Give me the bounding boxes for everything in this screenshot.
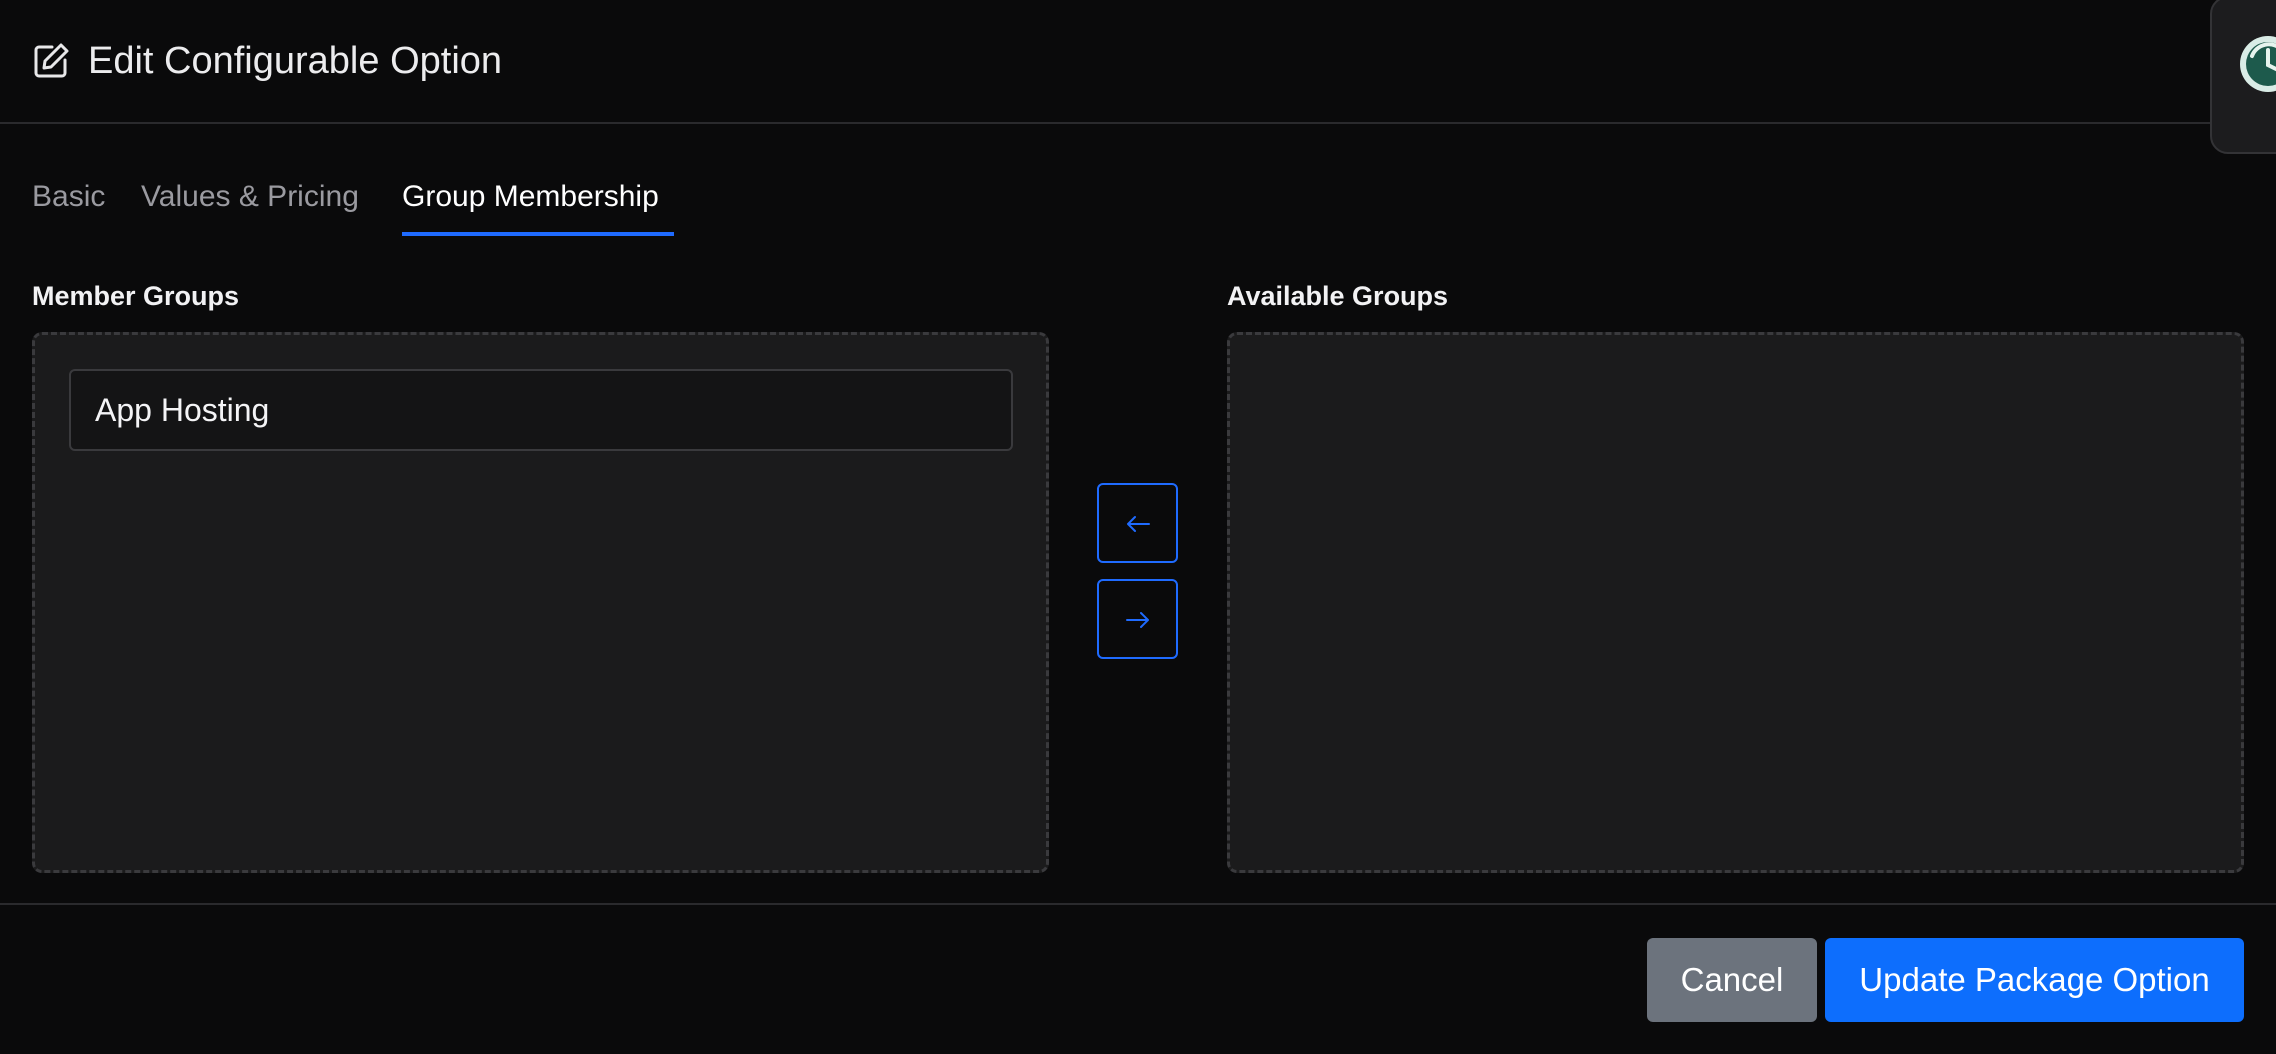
member-groups-label: Member Groups <box>32 281 240 311</box>
arrow-left-icon <box>1127 516 1150 532</box>
move-right-button[interactable] <box>1097 579 1178 659</box>
tab-values-pricing[interactable]: Values & Pricing <box>141 176 359 218</box>
edit-icon <box>34 43 69 78</box>
tab-basic[interactable]: Basic <box>32 176 105 218</box>
modal-title: Edit Configurable Option <box>88 40 503 82</box>
active-tab-indicator <box>402 232 674 236</box>
modal-header: Edit Configurable Option <box>0 0 2276 124</box>
update-package-option-button[interactable]: Update Package Option <box>1825 938 2244 1022</box>
group-item-app-hosting[interactable]: App Hosting <box>69 369 1013 451</box>
app-widget[interactable] <box>2210 0 2276 154</box>
arrow-right-icon <box>1126 612 1149 628</box>
available-groups-label: Available Groups <box>1227 281 1449 311</box>
move-left-button[interactable] <box>1097 483 1178 563</box>
member-groups-list[interactable]: App Hosting <box>32 332 1049 873</box>
available-groups-list[interactable] <box>1227 332 2244 873</box>
cancel-button[interactable]: Cancel <box>1647 938 1817 1022</box>
tab-group-membership[interactable]: Group Membership <box>402 176 659 218</box>
time-machine-icon <box>2240 36 2276 92</box>
footer-divider <box>0 903 2276 905</box>
edit-configurable-option-modal: Edit Configurable Option Basic Values & … <box>0 0 2276 1054</box>
